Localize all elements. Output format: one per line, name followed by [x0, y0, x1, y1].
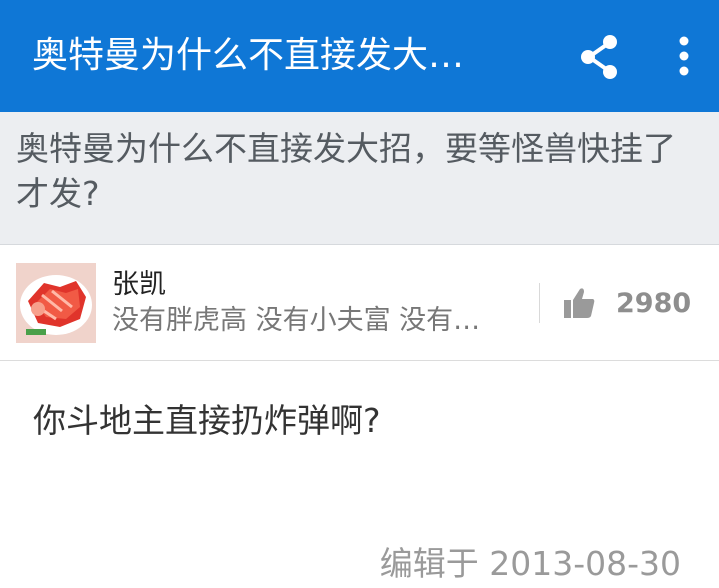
- thumbs-up-icon: [564, 288, 595, 318]
- avatar[interactable]: [16, 263, 96, 343]
- more-vertical-icon: [679, 36, 689, 76]
- upvote-button[interactable]: 2980: [562, 281, 691, 325]
- vote-count: 2980: [616, 287, 692, 319]
- answer-body: 你斗地主直接扔炸弹啊?: [33, 401, 381, 440]
- divider: [539, 283, 540, 323]
- share-button[interactable]: [575, 32, 625, 82]
- author-bio: 没有胖虎高 没有小夫富 没有…: [112, 305, 481, 336]
- author-name[interactable]: 张凯: [112, 267, 166, 303]
- app-bar: 奥特曼为什么不直接发大…: [0, 0, 719, 112]
- question-header[interactable]: 奥特曼为什么不直接发大招，要等怪兽快挂了才发?: [0, 112, 719, 245]
- more-options-button[interactable]: [664, 34, 704, 80]
- edit-timestamp: 编辑于 2013-08-30: [379, 544, 681, 583]
- author-row[interactable]: 张凯 没有胖虎高 没有小夫富 没有… 2980: [0, 245, 719, 361]
- share-icon: [581, 35, 617, 79]
- avatar-food-photo: [16, 263, 96, 343]
- question-title: 奥特曼为什么不直接发大招，要等怪兽快挂了才发?: [16, 129, 676, 213]
- page-title: 奥特曼为什么不直接发大…: [32, 35, 465, 76]
